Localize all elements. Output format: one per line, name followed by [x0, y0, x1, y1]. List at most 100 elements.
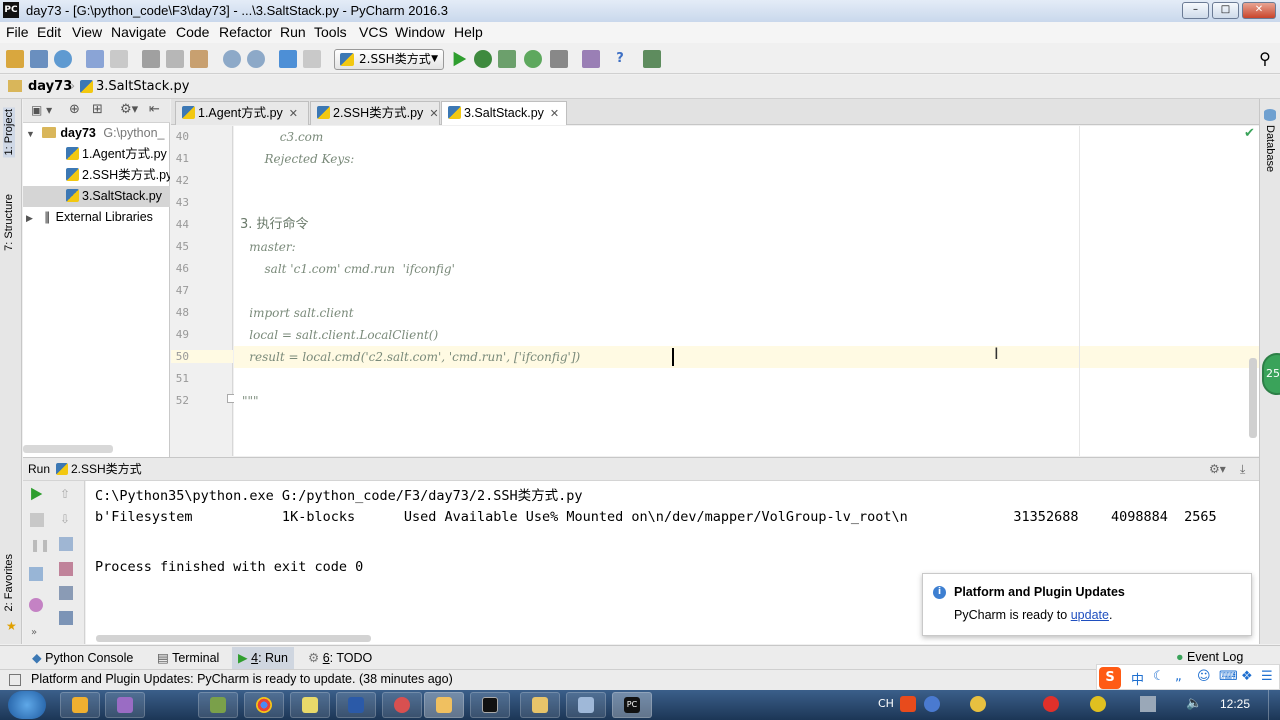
help-tray-icon[interactable]: [924, 696, 940, 712]
taskbar-app-cmd[interactable]: [470, 692, 510, 718]
tree-external-libraries[interactable]: ▶ ||| External Libraries: [23, 207, 170, 228]
taskbar-app[interactable]: [198, 692, 238, 718]
down-arrow-icon[interactable]: ⇩: [60, 512, 74, 526]
collapse-all-icon[interactable]: ⊞: [92, 102, 103, 117]
run-configuration-select[interactable]: 2.SSH类方式 ▼: [334, 49, 444, 70]
gear-icon[interactable]: ⚙▾: [120, 102, 138, 117]
editor-tab-ssh[interactable]: 2.SSH类方式.py ✕: [310, 101, 440, 125]
editor-tab-saltstack[interactable]: 3.SaltStack.py ✕: [441, 101, 567, 125]
menu-view[interactable]: View: [72, 24, 102, 40]
code-editor[interactable]: c3.com Rejected Keys: 3. 执行命令 master: sa…: [234, 126, 1259, 456]
taskbar-app[interactable]: [105, 692, 145, 718]
database-tool-tab[interactable]: Database: [1264, 125, 1276, 172]
menu-file[interactable]: File: [6, 24, 29, 40]
ime-indicator[interactable]: CH: [878, 697, 894, 710]
breadcrumb-project[interactable]: day73: [28, 79, 72, 94]
taskbar-app[interactable]: [424, 692, 464, 718]
run-icon[interactable]: [453, 51, 467, 67]
open-icon[interactable]: [6, 50, 24, 68]
coverage-icon[interactable]: [498, 50, 516, 68]
punctuation-icon[interactable]: „: [1175, 669, 1182, 684]
hide-panel-icon[interactable]: ⤓: [1240, 458, 1245, 480]
expand-arrow-icon[interactable]: ▼: [26, 129, 35, 139]
hide-panel-icon[interactable]: ⇤: [149, 102, 160, 117]
taskbar-app[interactable]: [382, 692, 422, 718]
network-tray-icon[interactable]: [1140, 696, 1156, 712]
soft-wrap-icon[interactable]: [59, 537, 73, 551]
redo-icon[interactable]: [110, 50, 128, 68]
chinese-mode-icon[interactable]: 中: [1131, 669, 1144, 688]
menu-edit[interactable]: Edit: [37, 24, 61, 40]
terminal-tab[interactable]: ▤ Terminal: [157, 650, 219, 665]
status-message[interactable]: Platform and Plugin Updates: PyCharm is …: [31, 672, 453, 686]
replace-icon[interactable]: [247, 50, 265, 68]
save-icon[interactable]: [30, 50, 48, 68]
menu-vcs[interactable]: VCS: [359, 24, 388, 40]
taskbar-app[interactable]: [60, 692, 100, 718]
up-arrow-icon[interactable]: ⇧: [60, 487, 74, 501]
structure-tool-tab[interactable]: 7: Structure: [3, 194, 15, 251]
event-log-tab[interactable]: ● Event Log: [1176, 650, 1243, 664]
scroll-to-end-icon[interactable]: [59, 562, 73, 576]
pin-icon[interactable]: [29, 598, 43, 612]
update-link[interactable]: update: [1071, 608, 1109, 622]
horizontal-scrollbar[interactable]: [96, 635, 371, 642]
update-notification[interactable]: i Platform and Plugin Updates PyCharm is…: [922, 573, 1252, 636]
horizontal-scrollbar[interactable]: [23, 445, 113, 453]
concurrency-icon[interactable]: [550, 50, 568, 68]
show-desktop-button[interactable]: [1268, 690, 1280, 720]
help-icon[interactable]: ?: [611, 50, 629, 68]
vcs-icon[interactable]: [643, 50, 661, 68]
forward-icon[interactable]: [303, 50, 321, 68]
tool-windows-toggle-icon[interactable]: [9, 674, 21, 686]
menu-run[interactable]: Run: [280, 24, 306, 40]
close-tab-icon[interactable]: ✕: [289, 108, 298, 120]
sogou-tray-icon[interactable]: [900, 696, 916, 712]
menu-navigate[interactable]: Navigate: [111, 24, 166, 40]
restore-layout-icon[interactable]: [29, 567, 43, 581]
sync-icon[interactable]: [54, 50, 72, 68]
tree-file-item[interactable]: 1.Agent方式.py: [23, 144, 170, 165]
menu-help[interactable]: Help: [454, 24, 483, 40]
minimize-button[interactable]: –: [1182, 2, 1209, 19]
print-icon[interactable]: [59, 586, 73, 600]
python-console-tab[interactable]: ◆ Python Console: [32, 650, 133, 665]
undo-icon[interactable]: [86, 50, 104, 68]
taskbar-app-chrome[interactable]: [244, 692, 284, 718]
cut-icon[interactable]: [142, 50, 160, 68]
search-icon[interactable]: ⚲: [1256, 50, 1274, 68]
menu-tools[interactable]: Tools: [314, 24, 347, 40]
tray-icon[interactable]: [970, 696, 986, 712]
taskbar-app[interactable]: [566, 692, 606, 718]
back-icon[interactable]: [279, 50, 297, 68]
floating-badge[interactable]: 25: [1262, 353, 1280, 395]
menu-refactor[interactable]: Refactor: [219, 24, 272, 40]
view-mode-icon[interactable]: ▣ ▾: [31, 103, 52, 117]
breadcrumb-file[interactable]: 3.SaltStack.py: [96, 79, 189, 94]
menu-window[interactable]: Window: [395, 24, 445, 40]
scroll-from-source-icon[interactable]: ⊕: [69, 102, 80, 117]
pause-icon[interactable]: ❚❚: [30, 538, 50, 552]
more-icon[interactable]: »: [31, 627, 45, 641]
gear-icon[interactable]: ⚙▾: [1209, 458, 1226, 480]
vertical-scrollbar[interactable]: [1249, 358, 1257, 438]
maximize-button[interactable]: □: [1212, 2, 1239, 19]
favorites-tool-tab[interactable]: 2: Favorites: [3, 554, 15, 611]
taskbar-app-pycharm[interactable]: PC: [612, 692, 652, 718]
project-tool-tab[interactable]: 1: Project: [3, 107, 15, 158]
settings-icon[interactable]: [582, 50, 600, 68]
expand-arrow-icon[interactable]: ▶: [26, 213, 33, 223]
tree-root-day73[interactable]: ▼ day73 G:\python_: [23, 123, 170, 144]
clear-all-icon[interactable]: [59, 611, 73, 625]
skin-icon[interactable]: ❖: [1241, 669, 1253, 684]
stop-icon[interactable]: [30, 513, 44, 527]
editor-tab-agent[interactable]: 1.Agent方式.py ✕: [175, 101, 309, 125]
close-tab-icon[interactable]: ✕: [429, 108, 438, 120]
sogou-logo-icon[interactable]: S: [1099, 667, 1121, 689]
close-button[interactable]: ✕: [1242, 2, 1276, 19]
tree-file-item-selected[interactable]: 3.SaltStack.py: [23, 186, 170, 207]
tools-icon[interactable]: ☰: [1261, 669, 1273, 684]
clock[interactable]: 12:25: [1220, 697, 1250, 711]
close-tab-icon[interactable]: ✕: [550, 108, 559, 120]
volume-icon[interactable]: 🔈: [1186, 696, 1202, 711]
